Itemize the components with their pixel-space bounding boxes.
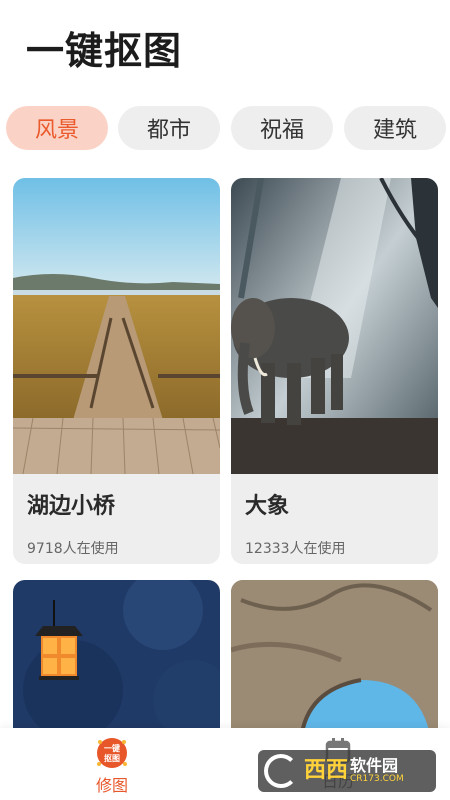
svg-text:抠图: 抠图 bbox=[104, 753, 120, 763]
watermark-sub: 软件园 CR173.COM bbox=[350, 757, 404, 784]
template-name: 湖边小桥 bbox=[27, 494, 116, 519]
lantern-image bbox=[13, 580, 220, 740]
page-title: 一键抠图 bbox=[26, 29, 183, 73]
tab-architecture[interactable]: 建筑 bbox=[344, 106, 446, 150]
site-watermark: 西西 软件园 CR173.COM bbox=[258, 750, 436, 792]
template-name: 大象 bbox=[245, 494, 290, 519]
watermark-domain: CR173.COM bbox=[350, 773, 404, 784]
watermark-logo-icon bbox=[264, 754, 298, 788]
quick-cutout-icon: 一键 抠图 bbox=[97, 738, 127, 768]
watermark-brand: 西西 bbox=[304, 758, 349, 783]
template-usage-count: 12333人在使用 bbox=[245, 541, 346, 557]
tab-scenery[interactable]: 风景 bbox=[6, 106, 108, 150]
template-usage-count: 9718人在使用 bbox=[27, 541, 119, 557]
template-card-lantern[interactable] bbox=[13, 580, 220, 740]
elephant-image bbox=[231, 178, 438, 474]
category-tabs: 风景 都市 祝福 建筑 bbox=[6, 106, 450, 152]
watermark-sub-text: 软件园 bbox=[350, 756, 399, 776]
nav-edit-label: 修图 bbox=[95, 776, 128, 795]
template-card-elephant[interactable]: 大象 12333人在使用 bbox=[231, 178, 438, 564]
tab-city[interactable]: 都市 bbox=[118, 106, 220, 150]
nav-edit[interactable]: 一键 抠图 修图 bbox=[72, 736, 152, 796]
rock-arch-image bbox=[231, 580, 438, 740]
template-card-lake-bridge[interactable]: 湖边小桥 9718人在使用 bbox=[13, 178, 220, 564]
lake-bridge-image bbox=[13, 178, 220, 474]
template-card-rock-arch[interactable] bbox=[231, 580, 438, 740]
svg-text:一键: 一键 bbox=[104, 743, 120, 753]
tab-blessing[interactable]: 祝福 bbox=[231, 106, 333, 150]
